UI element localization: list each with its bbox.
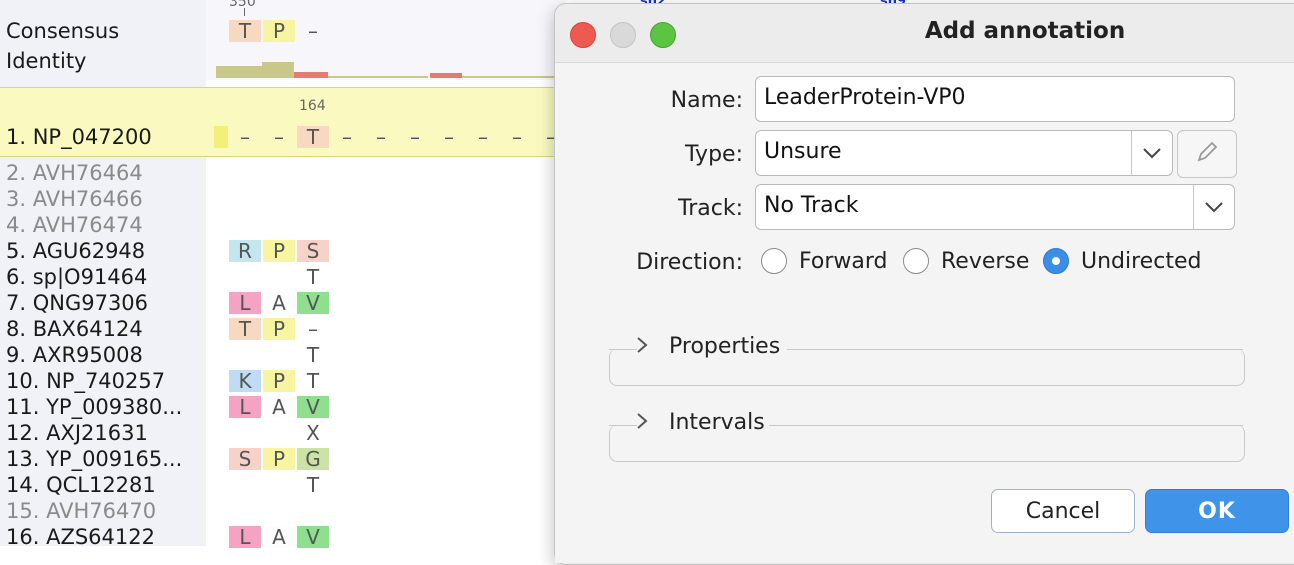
sequence-name[interactable]: 4. AVH76474: [6, 212, 143, 238]
consensus-residue: P: [263, 20, 295, 42]
cancel-button[interactable]: Cancel: [991, 489, 1135, 533]
properties-toggle[interactable]: Properties: [669, 334, 780, 359]
sequence-residue: A: [263, 526, 295, 548]
sequence-residue: T: [306, 369, 320, 393]
sequence-residue: A: [263, 292, 295, 314]
sequence-residue: T: [306, 343, 320, 367]
ruler-position: 350: [229, 0, 256, 10]
identity-bar: [430, 73, 462, 78]
selected-row-residue: –: [274, 125, 284, 149]
intervals-toggle[interactable]: Intervals: [669, 410, 765, 435]
sequence-name[interactable]: 7. QNG97306: [6, 290, 148, 316]
sequence-name[interactable]: 16. AZS64122: [6, 524, 155, 550]
type-label: Type:: [685, 142, 743, 167]
selected-row-residue: –: [410, 125, 420, 149]
sequence-residue: P: [263, 448, 295, 470]
sequence-residue: R: [229, 240, 261, 262]
sequence-residue: L: [229, 292, 261, 314]
sequence-residue: T: [306, 265, 320, 289]
ruler-tick: [244, 8, 245, 16]
edit-type-button[interactable]: [1177, 130, 1237, 178]
track-select[interactable]: No Track: [755, 184, 1235, 230]
sequence-name[interactable]: 15. AVH76470: [6, 498, 156, 524]
selected-row-residue: –: [240, 125, 250, 149]
sequence-residue: L: [229, 396, 261, 418]
sequence-residue: A: [263, 396, 295, 418]
sequence-residue: T: [229, 318, 261, 340]
sequence-residue: –: [308, 317, 318, 341]
name-label: Name:: [670, 88, 743, 113]
selected-sequence-name[interactable]: 1. NP_047200: [6, 124, 152, 150]
add-annotation-dialog: Add annotation Name: LeaderProtein-VP0 T…: [554, 3, 1294, 565]
sequence-residue: P: [263, 240, 295, 262]
selected-row-residue: –: [512, 125, 522, 149]
chevron-down-icon[interactable]: [1131, 131, 1172, 175]
sequence-residue: G: [297, 448, 329, 470]
track-label: Track:: [678, 196, 743, 221]
consensus-label: Consensus: [6, 19, 120, 43]
selected-row-residue: –: [376, 125, 386, 149]
radio-reverse[interactable]: [903, 248, 929, 274]
sequence-name[interactable]: 11. YP_009380...: [6, 394, 182, 420]
type-select-value: Unsure: [764, 139, 842, 164]
identity-bar: [262, 62, 294, 78]
sequence-name[interactable]: 2. AVH76464: [6, 160, 143, 186]
dialog-title: Add annotation: [924, 18, 1126, 44]
intervals-section-border: [769, 425, 1243, 426]
sequence-name[interactable]: 9. AXR95008: [6, 342, 143, 368]
sequence-residue: V: [297, 526, 329, 548]
identity-bar: [216, 66, 262, 78]
sequence-name[interactable]: 13. YP_009165...: [6, 446, 182, 472]
type-select[interactable]: Unsure: [755, 130, 1173, 176]
radio-undirected[interactable]: [1043, 248, 1069, 274]
pencil-icon: [1194, 139, 1220, 169]
sequence-name[interactable]: 5. AGU62948: [6, 238, 145, 264]
selected-row-residue: T: [297, 126, 329, 148]
sequence-residue: S: [229, 448, 261, 470]
sequence-name[interactable]: 3. AVH76466: [6, 186, 143, 212]
sequence-name[interactable]: 12. AXJ21631: [6, 420, 148, 446]
sequence-residue: V: [297, 292, 329, 314]
track-select-value: No Track: [764, 193, 859, 218]
ok-button[interactable]: OK: [1145, 489, 1289, 533]
sequence-name[interactable]: 10. NP_740257: [6, 368, 165, 394]
chevron-down-icon[interactable]: [1193, 185, 1234, 229]
sequence-residue: L: [229, 526, 261, 548]
radio-reverse-label[interactable]: Reverse: [941, 249, 1029, 274]
properties-section-border: [787, 349, 1243, 350]
identity-bar: [328, 76, 428, 78]
sequence-name[interactable]: 8. BAX64124: [6, 316, 143, 342]
consensus-residue: –: [308, 19, 318, 43]
consensus-residue: T: [229, 20, 261, 42]
selected-row-residue: –: [342, 125, 352, 149]
chevron-right-icon[interactable]: [635, 411, 649, 435]
identity-label: Identity: [6, 49, 87, 73]
name-input[interactable]: LeaderProtein-VP0: [755, 76, 1235, 122]
sequence-name[interactable]: 14. QCL12281: [6, 472, 156, 498]
radio-forward[interactable]: [761, 248, 787, 274]
sequence-residue: P: [263, 370, 295, 392]
sequence-residue: X: [306, 421, 320, 445]
selected-row-residue-edge: [214, 126, 228, 148]
sequence-name[interactable]: 6. sp|O91464: [6, 264, 147, 290]
radio-forward-label[interactable]: Forward: [799, 249, 887, 274]
sequence-residue: S: [297, 240, 329, 262]
dialog-body: Name: LeaderProtein-VP0 Type: Unsure Tra…: [555, 63, 1294, 563]
radio-undirected-label[interactable]: Undirected: [1081, 249, 1201, 274]
sequence-residue: V: [297, 396, 329, 418]
sequence-residue: T: [306, 473, 320, 497]
selected-row-residue: –: [478, 125, 488, 149]
direction-label: Direction:: [636, 250, 743, 275]
identity-bar: [294, 72, 328, 78]
intervals-section-border: [609, 425, 637, 426]
identity-bar: [462, 76, 562, 78]
sequence-residue: K: [229, 370, 261, 392]
chevron-right-icon[interactable]: [635, 335, 649, 359]
selected-row-residue: –: [444, 125, 454, 149]
dialog-titlebar[interactable]: Add annotation: [555, 4, 1294, 63]
sequence-residue: P: [263, 318, 295, 340]
properties-section-border: [609, 349, 637, 350]
selected-row-position: 164: [299, 98, 326, 114]
